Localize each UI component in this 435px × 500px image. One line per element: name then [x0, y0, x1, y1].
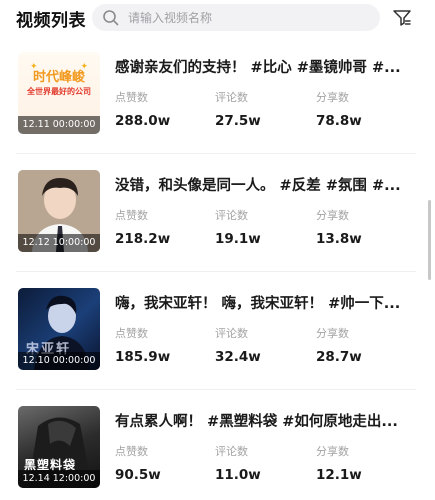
shares-value: 28.7w: [316, 349, 362, 365]
comments-label: 评论数: [215, 327, 248, 340]
thumbnail-subtext: 全世界最好的公司: [27, 87, 91, 96]
shares-label: 分享数: [316, 327, 349, 340]
video-date: 12.11 00:00:00: [18, 116, 100, 134]
video-thumbnail[interactable]: 12.12 10:00:00: [18, 170, 100, 252]
shares-label: 分享数: [316, 209, 349, 222]
video-item[interactable]: ✦ ✦ 时代峰峻 全世界最好的公司 12.11 00:00:00 感谢亲友们的支…: [0, 36, 420, 154]
video-date: 12.10 00:00:00: [18, 352, 100, 370]
video-item[interactable]: 12.12 10:00:00 没错，和头像是同一人。 #反差 #氛围 #... …: [0, 154, 420, 272]
video-title[interactable]: 嗨，我宋亚轩！ 嗨，我宋亚轩！ #帅一下...: [115, 292, 415, 313]
video-title[interactable]: 没错，和头像是同一人。 #反差 #氛围 #...: [115, 174, 415, 195]
shares-stat: 分享数 13.8w: [316, 207, 362, 247]
search-input[interactable]: [128, 10, 358, 25]
likes-stat: 点赞数 218.2w: [115, 207, 170, 247]
shares-label: 分享数: [316, 445, 349, 458]
video-item[interactable]: 黑塑料袋 12.14 12:00:00 有点累人啊！ #黑塑料袋 #如何原地走出…: [0, 390, 420, 500]
video-thumbnail[interactable]: 宋亚轩 12.10 00:00:00: [18, 288, 100, 370]
comments-stat: 评论数 27.5w: [215, 89, 261, 129]
comments-label: 评论数: [215, 445, 248, 458]
video-item[interactable]: 宋亚轩 12.10 00:00:00 嗨，我宋亚轩！ 嗨，我宋亚轩！ #帅一下.…: [0, 272, 420, 390]
thumbnail-logo-text: 时代峰峻: [32, 70, 85, 85]
likes-label: 点赞数: [115, 445, 148, 458]
likes-value: 90.5w: [115, 467, 161, 483]
video-thumbnail[interactable]: ✦ ✦ 时代峰峻 全世界最好的公司 12.11 00:00:00: [18, 52, 100, 134]
video-title[interactable]: 感谢亲友们的支持！ #比心 #墨镜帅哥 #...: [115, 56, 415, 77]
video-title[interactable]: 有点累人啊！ #黑塑料袋 #如何原地走出...: [115, 410, 415, 431]
scrollbar[interactable]: [428, 200, 431, 280]
shares-label: 分享数: [316, 91, 349, 104]
likes-stat: 点赞数 90.5w: [115, 443, 161, 483]
comments-value: 27.5w: [215, 113, 261, 129]
likes-stat: 点赞数 185.9w: [115, 325, 170, 365]
video-date: 12.14 12:00:00: [18, 470, 100, 488]
likes-label: 点赞数: [115, 209, 148, 222]
likes-label: 点赞数: [115, 91, 148, 104]
likes-label: 点赞数: [115, 327, 148, 340]
shares-value: 78.8w: [316, 113, 362, 129]
shares-value: 13.8w: [316, 231, 362, 247]
filter-icon[interactable]: [392, 8, 412, 28]
video-thumbnail[interactable]: 黑塑料袋 12.14 12:00:00: [18, 406, 100, 488]
search-icon: [103, 9, 119, 25]
search-bar[interactable]: [92, 4, 380, 31]
likes-value: 218.2w: [115, 231, 171, 247]
shares-value: 12.1w: [316, 467, 362, 483]
comments-value: 32.4w: [215, 349, 261, 365]
likes-value: 288.0w: [115, 113, 171, 129]
comments-label: 评论数: [215, 209, 248, 222]
shares-stat: 分享数 28.7w: [316, 325, 362, 365]
comments-label: 评论数: [215, 91, 248, 104]
likes-value: 185.9w: [115, 349, 171, 365]
comments-stat: 评论数 11.0w: [215, 443, 261, 483]
shares-stat: 分享数 78.8w: [316, 89, 362, 129]
video-date: 12.12 10:00:00: [18, 234, 100, 252]
header: 视频列表: [0, 0, 435, 36]
comments-stat: 评论数 32.4w: [215, 325, 261, 365]
page-title: 视频列表: [16, 11, 86, 31]
comments-stat: 评论数 19.1w: [215, 207, 261, 247]
shares-stat: 分享数 12.1w: [316, 443, 362, 483]
comments-value: 19.1w: [215, 231, 261, 247]
likes-stat: 点赞数 288.0w: [115, 89, 170, 129]
comments-value: 11.0w: [215, 467, 261, 483]
